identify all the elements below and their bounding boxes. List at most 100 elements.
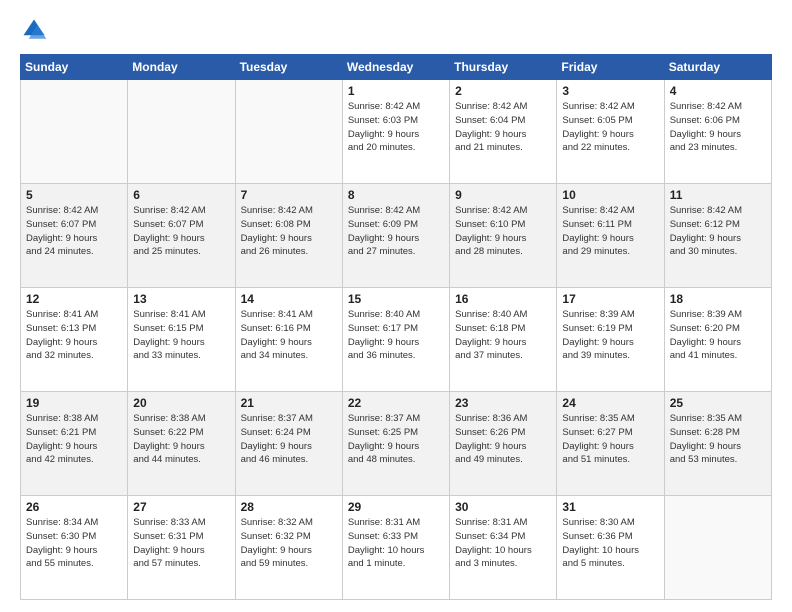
calendar-cell: 27 Sunrise: 8:33 AM Sunset: 6:31 PM Dayli… [128, 496, 235, 600]
calendar-cell: 31 Sunrise: 8:30 AM Sunset: 6:36 PM Dayli… [557, 496, 664, 600]
weekday-header-friday: Friday [557, 55, 664, 80]
weekday-header-thursday: Thursday [450, 55, 557, 80]
day-detail: Sunrise: 8:35 AM Sunset: 6:28 PM Dayligh… [670, 412, 766, 467]
logo [20, 16, 52, 44]
calendar-cell: 2 Sunrise: 8:42 AM Sunset: 6:04 PM Daylig… [450, 80, 557, 184]
day-number: 22 [348, 396, 444, 410]
calendar-cell: 12 Sunrise: 8:41 AM Sunset: 6:13 PM Dayli… [21, 288, 128, 392]
day-number: 26 [26, 500, 122, 514]
calendar-table: SundayMondayTuesdayWednesdayThursdayFrid… [20, 54, 772, 600]
calendar-cell: 13Sunrise: 8:41 AM Sunset: 6:15 PM Dayli… [128, 288, 235, 392]
day-detail: Sunrise: 8:35 AM Sunset: 6:27 PM Dayligh… [562, 412, 658, 467]
day-number: 28 [241, 500, 337, 514]
day-number: 12 [26, 292, 122, 306]
day-number: 29 [348, 500, 444, 514]
day-detail: Sunrise: 8:42 AM Sunset: 6:04 PM Dayligh… [455, 100, 551, 155]
calendar-cell: 10Sunrise: 8:42 AM Sunset: 6:11 PM Dayli… [557, 184, 664, 288]
calendar-cell: 3Sunrise: 8:42 AM Sunset: 6:05 PM Daylig… [557, 80, 664, 184]
day-number: 27 [133, 500, 229, 514]
day-number: 7 [241, 188, 337, 202]
calendar-week-row: 26 Sunrise: 8:34 AM Sunset: 6:30 PM Dayli… [21, 496, 772, 600]
day-detail: Sunrise: 8:41 AM Sunset: 6:13 PM Dayligh… [26, 308, 122, 363]
day-detail: Sunrise: 8:32 AM Sunset: 6:32 PM Dayligh… [241, 516, 337, 571]
day-detail: Sunrise: 8:38 AM Sunset: 6:21 PM Dayligh… [26, 412, 122, 467]
day-number: 11 [670, 188, 766, 202]
calendar-cell: 9 Sunrise: 8:42 AM Sunset: 6:10 PM Daylig… [450, 184, 557, 288]
day-detail: Sunrise: 8:30 AM Sunset: 6:36 PM Dayligh… [562, 516, 658, 571]
day-number: 15 [348, 292, 444, 306]
calendar-cell: 20 Sunrise: 8:38 AM Sunset: 6:22 PM Dayli… [128, 392, 235, 496]
day-detail: Sunrise: 8:31 AM Sunset: 6:34 PM Dayligh… [455, 516, 551, 571]
day-number: 3 [562, 84, 658, 98]
day-detail: Sunrise: 8:42 AM Sunset: 6:08 PM Dayligh… [241, 204, 337, 259]
day-number: 25 [670, 396, 766, 410]
day-number: 4 [670, 84, 766, 98]
calendar-cell: 24 Sunrise: 8:35 AM Sunset: 6:27 PM Dayli… [557, 392, 664, 496]
day-number: 19 [26, 396, 122, 410]
day-detail: Sunrise: 8:40 AM Sunset: 6:18 PM Dayligh… [455, 308, 551, 363]
calendar-cell: 15 Sunrise: 8:40 AM Sunset: 6:17 PM Dayli… [342, 288, 449, 392]
calendar-cell: 16 Sunrise: 8:40 AM Sunset: 6:18 PM Dayli… [450, 288, 557, 392]
day-number: 9 [455, 188, 551, 202]
calendar-week-row: 12 Sunrise: 8:41 AM Sunset: 6:13 PM Dayli… [21, 288, 772, 392]
day-detail: Sunrise: 8:31 AM Sunset: 6:33 PM Dayligh… [348, 516, 444, 571]
day-detail: Sunrise: 8:42 AM Sunset: 6:12 PM Dayligh… [670, 204, 766, 259]
weekday-header-tuesday: Tuesday [235, 55, 342, 80]
day-number: 8 [348, 188, 444, 202]
calendar-cell: 7 Sunrise: 8:42 AM Sunset: 6:08 PM Daylig… [235, 184, 342, 288]
day-detail: Sunrise: 8:41 AM Sunset: 6:16 PM Dayligh… [241, 308, 337, 363]
page: SundayMondayTuesdayWednesdayThursdayFrid… [0, 0, 792, 612]
calendar-cell: 4 Sunrise: 8:42 AM Sunset: 6:06 PM Daylig… [664, 80, 771, 184]
calendar-cell: 18Sunrise: 8:39 AM Sunset: 6:20 PM Dayli… [664, 288, 771, 392]
day-number: 30 [455, 500, 551, 514]
calendar-cell: 21 Sunrise: 8:37 AM Sunset: 6:24 PM Dayli… [235, 392, 342, 496]
day-number: 24 [562, 396, 658, 410]
calendar-cell: 25 Sunrise: 8:35 AM Sunset: 6:28 PM Dayli… [664, 392, 771, 496]
day-number: 2 [455, 84, 551, 98]
calendar-cell: 14 Sunrise: 8:41 AM Sunset: 6:16 PM Dayli… [235, 288, 342, 392]
day-detail: Sunrise: 8:40 AM Sunset: 6:17 PM Dayligh… [348, 308, 444, 363]
logo-icon [20, 16, 48, 44]
day-detail: Sunrise: 8:38 AM Sunset: 6:22 PM Dayligh… [133, 412, 229, 467]
day-number: 1 [348, 84, 444, 98]
calendar-week-row: 19 Sunrise: 8:38 AM Sunset: 6:21 PM Dayli… [21, 392, 772, 496]
day-number: 5 [26, 188, 122, 202]
day-detail: Sunrise: 8:34 AM Sunset: 6:30 PM Dayligh… [26, 516, 122, 571]
day-detail: Sunrise: 8:42 AM Sunset: 6:11 PM Dayligh… [562, 204, 658, 259]
day-detail: Sunrise: 8:42 AM Sunset: 6:06 PM Dayligh… [670, 100, 766, 155]
day-detail: Sunrise: 8:37 AM Sunset: 6:24 PM Dayligh… [241, 412, 337, 467]
calendar-cell: 26 Sunrise: 8:34 AM Sunset: 6:30 PM Dayli… [21, 496, 128, 600]
day-number: 6 [133, 188, 229, 202]
calendar-cell: 8Sunrise: 8:42 AM Sunset: 6:09 PM Daylig… [342, 184, 449, 288]
day-detail: Sunrise: 8:39 AM Sunset: 6:19 PM Dayligh… [562, 308, 658, 363]
calendar-week-row: 1Sunrise: 8:42 AM Sunset: 6:03 PM Daylig… [21, 80, 772, 184]
calendar-cell: 6 Sunrise: 8:42 AM Sunset: 6:07 PM Daylig… [128, 184, 235, 288]
weekday-header-monday: Monday [128, 55, 235, 80]
day-detail: Sunrise: 8:42 AM Sunset: 6:07 PM Dayligh… [26, 204, 122, 259]
day-number: 14 [241, 292, 337, 306]
day-number: 31 [562, 500, 658, 514]
day-detail: Sunrise: 8:42 AM Sunset: 6:07 PM Dayligh… [133, 204, 229, 259]
day-detail: Sunrise: 8:42 AM Sunset: 6:10 PM Dayligh… [455, 204, 551, 259]
calendar-cell: 29 Sunrise: 8:31 AM Sunset: 6:33 PM Dayli… [342, 496, 449, 600]
day-number: 17 [562, 292, 658, 306]
calendar-cell: 1Sunrise: 8:42 AM Sunset: 6:03 PM Daylig… [342, 80, 449, 184]
header [20, 16, 772, 44]
calendar-cell [128, 80, 235, 184]
calendar-cell: 23Sunrise: 8:36 AM Sunset: 6:26 PM Dayli… [450, 392, 557, 496]
calendar-cell [664, 496, 771, 600]
weekday-header-saturday: Saturday [664, 55, 771, 80]
day-detail: Sunrise: 8:33 AM Sunset: 6:31 PM Dayligh… [133, 516, 229, 571]
calendar-cell [21, 80, 128, 184]
calendar-cell [235, 80, 342, 184]
day-number: 20 [133, 396, 229, 410]
calendar-cell: 19 Sunrise: 8:38 AM Sunset: 6:21 PM Dayli… [21, 392, 128, 496]
day-number: 16 [455, 292, 551, 306]
day-number: 21 [241, 396, 337, 410]
weekday-header-sunday: Sunday [21, 55, 128, 80]
day-detail: Sunrise: 8:37 AM Sunset: 6:25 PM Dayligh… [348, 412, 444, 467]
weekday-header-wednesday: Wednesday [342, 55, 449, 80]
calendar-cell: 11 Sunrise: 8:42 AM Sunset: 6:12 PM Dayli… [664, 184, 771, 288]
calendar-cell: 30 Sunrise: 8:31 AM Sunset: 6:34 PM Dayli… [450, 496, 557, 600]
calendar-cell: 17 Sunrise: 8:39 AM Sunset: 6:19 PM Dayli… [557, 288, 664, 392]
